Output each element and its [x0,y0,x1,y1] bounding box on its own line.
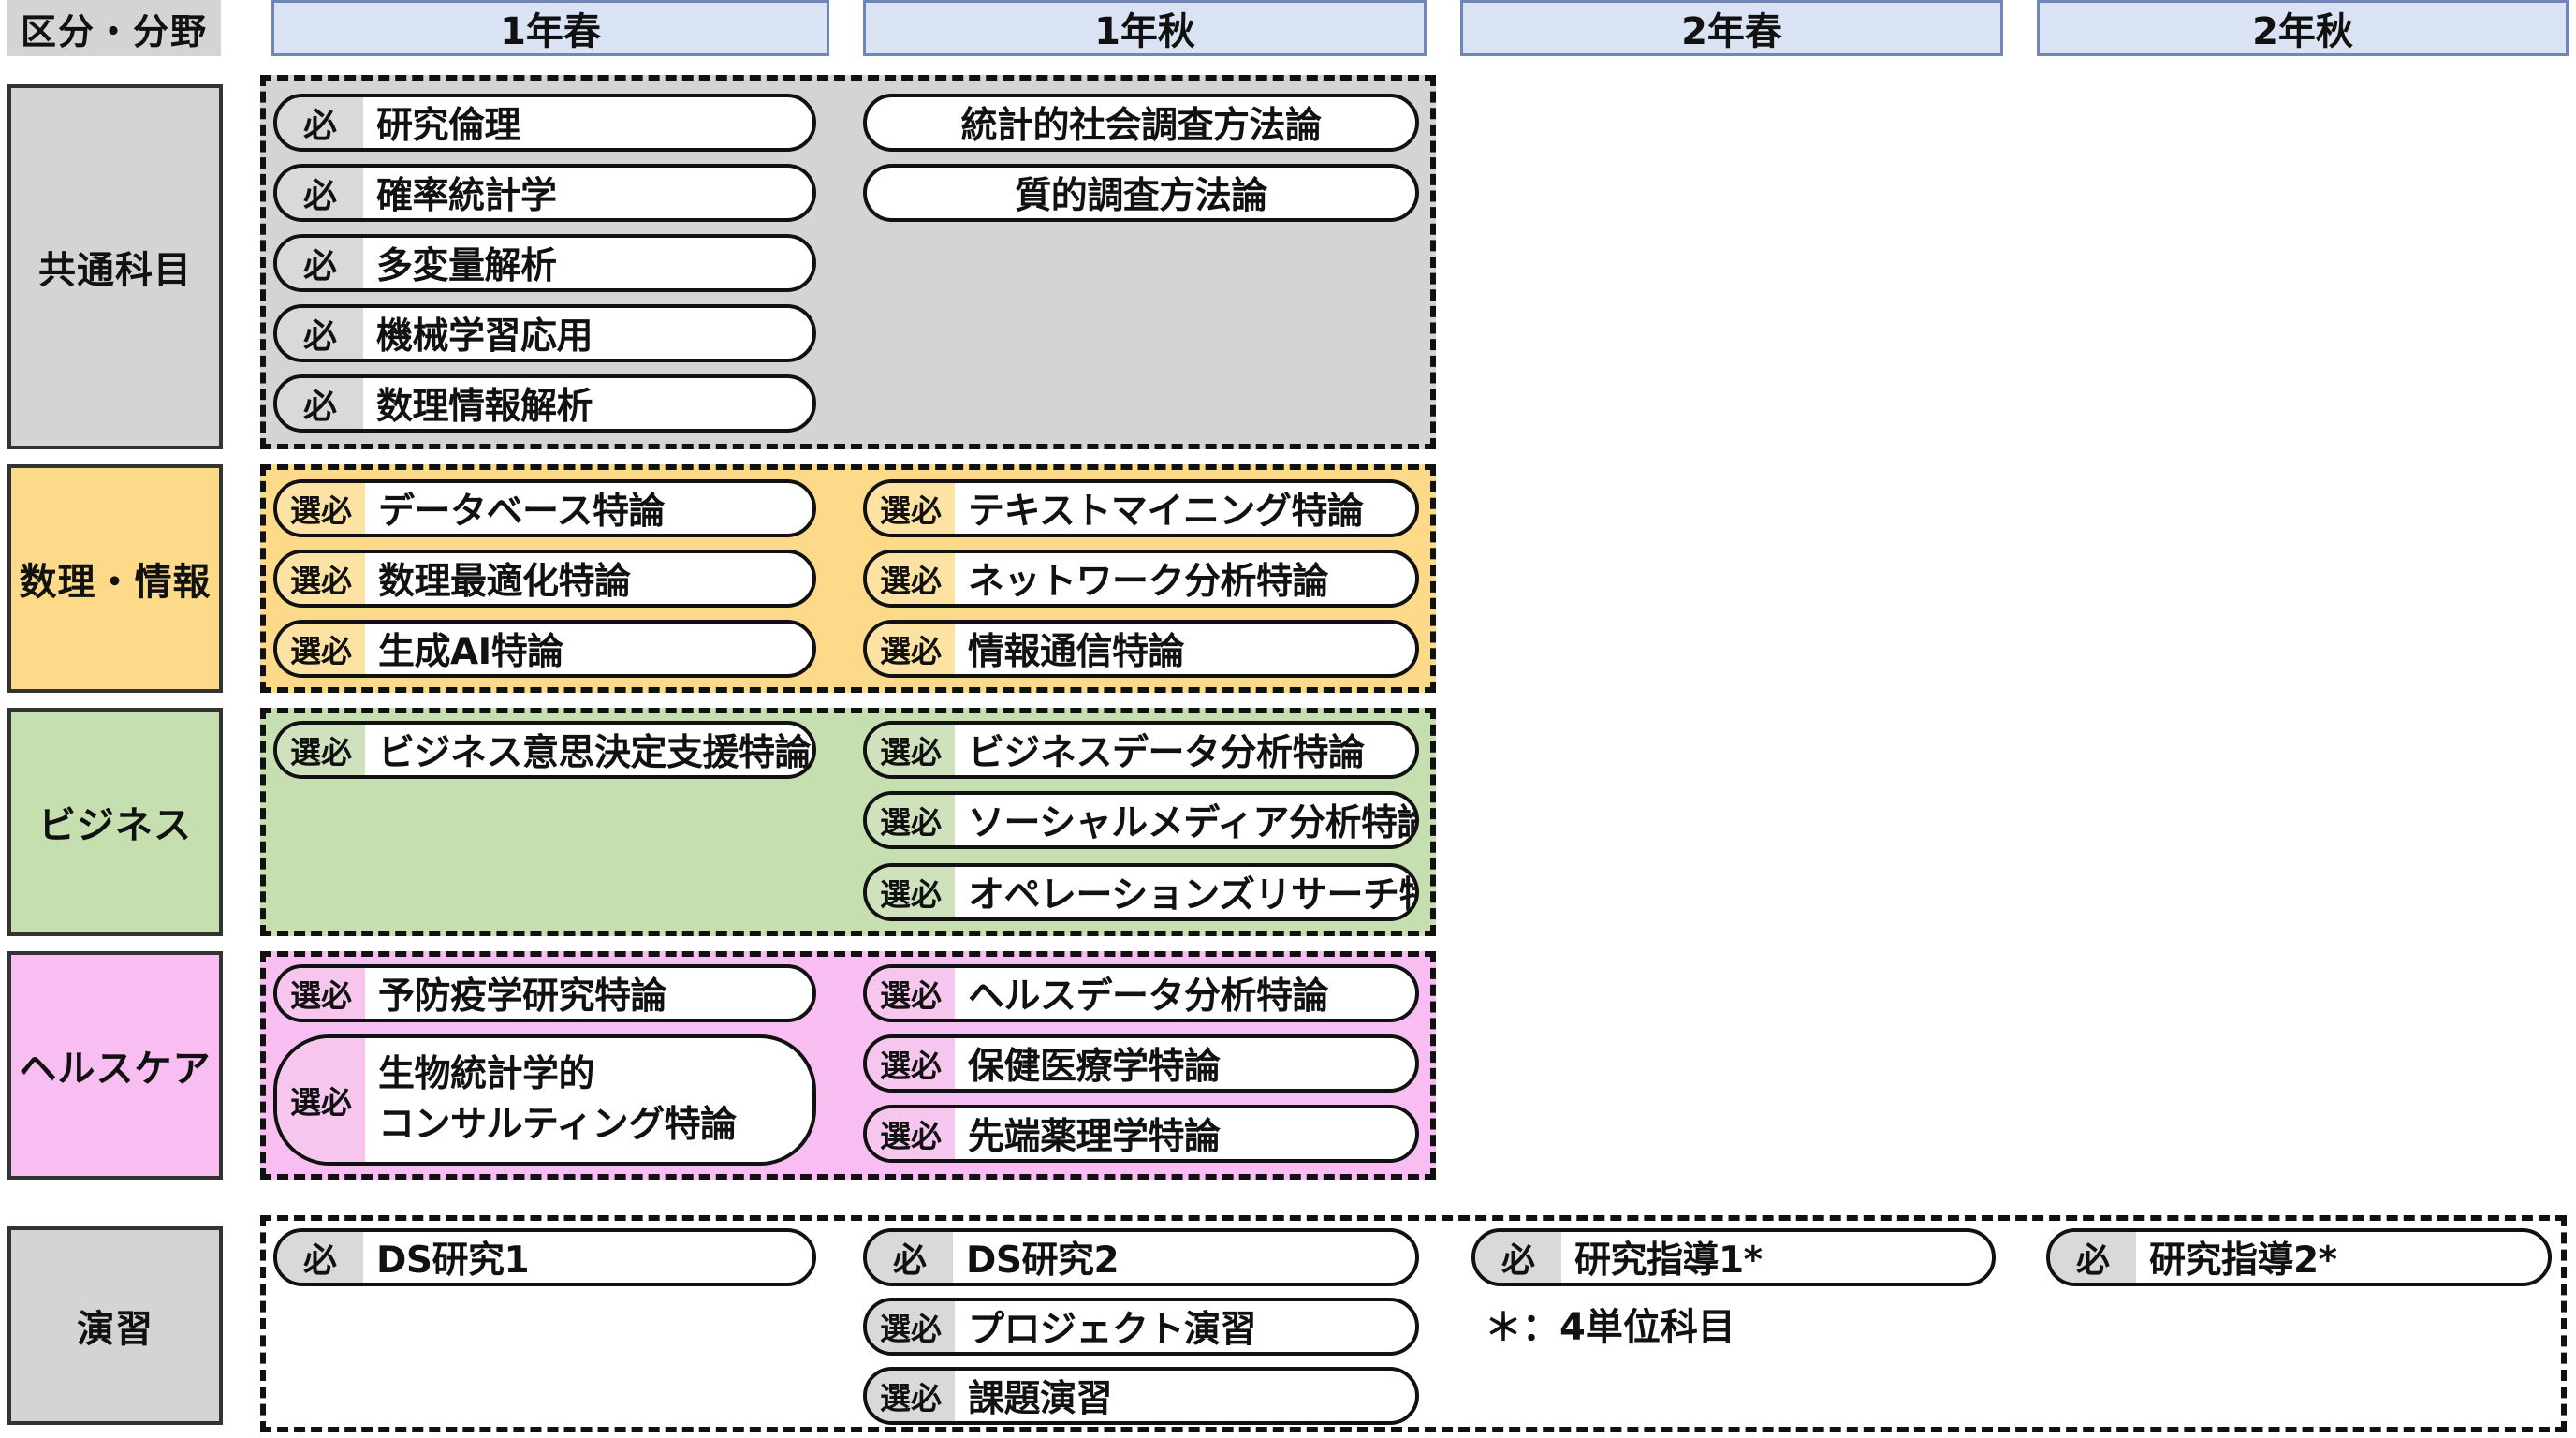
course-pill: 必 研究指導2* [2046,1228,2552,1286]
required-badge: 必 [2050,1232,2136,1283]
course-name: 先端薬理学特論 [968,1116,1221,1158]
course-pill: 必 DS研究1 [273,1228,816,1286]
course-name-line1: 生物統計学的 [378,1053,595,1095]
course-name: データベース特論 [378,491,666,533]
course-pill: 選必 ビジネス意思決定支援特論 [273,721,816,779]
course-name: 課題演習 [968,1378,1113,1420]
elective-badge: 選必 [277,1038,365,1162]
course-name: 多変量解析 [376,245,557,287]
course-pill: 必 機械学習応用 [273,304,816,362]
elective-badge: 選必 [867,867,955,917]
course-pill: 選必 ヘルスデータ分析特論 [863,964,1419,1022]
course-name: 機械学習応用 [376,315,593,358]
row-label-math: 数理・情報 [7,464,223,693]
course-pill: 選必 生成AI特論 [273,620,816,678]
row-label-practice: 演習 [7,1226,223,1425]
row-label-health: ヘルスケア [7,951,223,1180]
elective-badge: 選必 [277,483,365,534]
course-pill: 必 DS研究2 [863,1228,1419,1286]
corner-header: 区分・分野 [7,0,221,56]
course-name: ネットワーク分析特論 [968,561,1329,603]
course-name-line2: コンサルティング特論 [378,1104,737,1146]
course-pill: 選必 ネットワーク分析特論 [863,550,1419,608]
elective-badge: 選必 [277,624,365,674]
course-pill: 選必 プロジェクト演習 [863,1298,1419,1356]
course-name: ヘルスデータ分析特論 [968,976,1329,1018]
course-pill: 選必 ソーシャルメディア分析特論 [863,791,1419,849]
course-pill: 選必 先端薬理学特論 [863,1105,1419,1163]
course-name: 研究指導2* [2149,1240,2337,1282]
elective-badge: 選必 [867,553,955,604]
required-badge: 必 [277,97,363,148]
course-name: 質的調査方法論 [1015,175,1267,217]
course-pill: 選必 データベース特論 [273,479,816,537]
course-name: 研究倫理 [376,105,521,147]
required-badge: 必 [277,1232,363,1283]
course-pill: 必 研究指導1* [1471,1228,1996,1286]
course-name: ビジネス意思決定支援特論 [378,732,812,774]
course-name: 研究指導1* [1574,1240,1763,1282]
course-name: 確率統計学 [376,175,557,217]
course-pill: 選必 テキストマイニング特論 [863,479,1419,537]
elective-badge: 選必 [277,553,365,604]
course-pill: 必 研究倫理 [273,94,816,152]
required-badge: 必 [277,238,363,288]
course-pill: 質的調査方法論 [863,164,1419,222]
course-name: ビジネスデータ分析特論 [968,732,1365,774]
course-name: 数理最適化特論 [378,561,631,603]
elective-badge: 選必 [867,968,955,1019]
course-pill: 必 確率統計学 [273,164,816,222]
course-name: 統計的社会調査方法論 [960,105,1322,147]
elective-badge: 選必 [867,624,955,674]
course-pill: 選必 生物統計学的 コンサルティング特論 [273,1034,816,1166]
course-name: DS研究2 [966,1240,1120,1282]
required-badge: 必 [277,378,363,429]
course-name: プロジェクト演習 [968,1309,1257,1351]
elective-badge: 選必 [867,1301,955,1352]
course-name: 生物統計学的 コンサルティング特論 [365,1038,812,1162]
course-name: 情報通信特論 [968,631,1185,673]
course-pill: 選必 情報通信特論 [863,620,1419,678]
column-header-year2-spring: 2年春 [1460,0,2003,56]
elective-badge: 選必 [867,795,955,845]
elective-badge: 選必 [867,725,955,775]
row-label-business: ビジネス [7,708,223,936]
course-pill: 選必 数理最適化特論 [273,550,816,608]
course-pill: 必 数理情報解析 [273,374,816,433]
elective-badge: 選必 [867,1108,955,1159]
course-pill: 必 多変量解析 [273,234,816,292]
course-pill: 選必 予防疫学研究特論 [273,964,816,1022]
column-header-year2-autumn: 2年秋 [2037,0,2569,56]
elective-badge: 選必 [867,483,955,534]
course-pill: 選必 ビジネスデータ分析特論 [863,721,1419,779]
course-name: テキストマイニング特論 [968,491,1364,533]
required-badge: 必 [277,308,363,359]
elective-badge: 選必 [277,968,365,1019]
course-pill: 選必 保健医療学特論 [863,1034,1419,1093]
footnote: ＊：4単位科目 [1485,1306,1735,1349]
elective-badge: 選必 [867,1038,955,1089]
course-name: 保健医療学特論 [968,1046,1221,1088]
column-header-year1-spring: 1年春 [271,0,829,56]
required-badge: 必 [867,1232,953,1283]
course-name: 数理情報解析 [376,386,593,428]
course-pill: 統計的社会調査方法論 [863,94,1419,152]
course-pill: 選必 課題演習 [863,1367,1419,1425]
elective-badge: 選必 [867,1371,955,1421]
course-name: 生成AI特論 [378,631,564,673]
column-header-year1-autumn: 1年秋 [863,0,1427,56]
row-label-common: 共通科目 [7,84,223,449]
course-name: DS研究1 [376,1240,530,1282]
course-name: ソーシャルメディア分析特論 [968,802,1415,844]
course-name: オペレーションズリサーチ特論 [968,874,1415,917]
elective-badge: 選必 [277,725,365,775]
required-badge: 必 [1475,1232,1561,1283]
course-pill: 選必 オペレーションズリサーチ特論 [863,863,1419,921]
required-badge: 必 [277,168,363,218]
course-name: 予防疫学研究特論 [378,976,667,1018]
